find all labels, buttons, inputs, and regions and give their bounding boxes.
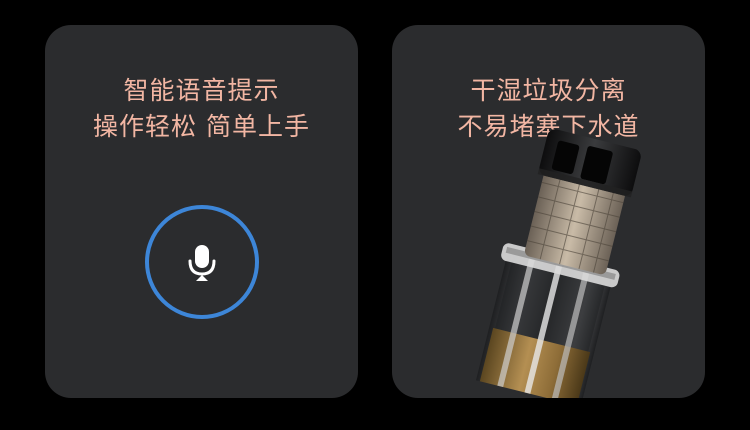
drain-filter-product-image <box>472 129 641 398</box>
voice-feature-headline: 智能语音提示 操作轻松 简单上手 <box>45 73 358 145</box>
voice-feature-subtitle: 操作轻松 简单上手 <box>93 112 310 141</box>
voice-feature-card: 智能语音提示 操作轻松 简单上手 <box>45 25 358 398</box>
voice-button[interactable] <box>145 205 259 319</box>
voice-feature-title: 智能语音提示 <box>123 76 280 105</box>
microphone-icon <box>188 245 216 281</box>
separation-feature-card: 干湿垃圾分离 不易堵塞下水道 <box>392 25 705 398</box>
